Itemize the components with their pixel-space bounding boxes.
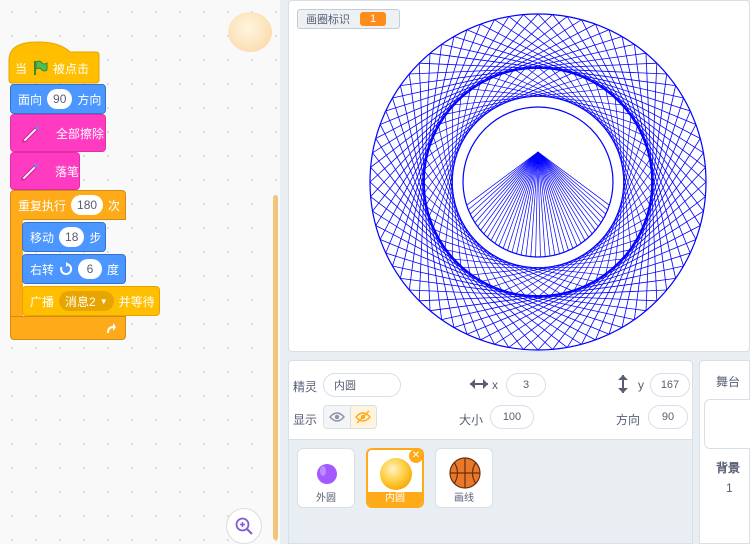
code-area[interactable]: 当 被点击 面向 90 方向 全部擦除 落笔 重复执行 180 次 移动 18 …	[0, 0, 282, 544]
sprite-list: 外圆 ✕ 内圆 画线	[288, 440, 693, 544]
repeat-block[interactable]: 重复执行 180 次	[10, 190, 126, 220]
clicked-label: 被点击	[53, 61, 90, 76]
pen-icon	[18, 159, 41, 183]
backdrops-count: 1	[726, 481, 733, 495]
code-area-scrollbar[interactable]	[273, 195, 278, 540]
stage-target-panel[interactable]: 舞台 背景 1	[699, 360, 750, 544]
sprite-tile-inner-circle[interactable]: ✕ 内圆	[366, 448, 424, 508]
pen-down-block[interactable]: 落笔	[10, 152, 80, 190]
move-label: 移动	[30, 230, 55, 245]
sprite-thumbnail	[228, 12, 272, 52]
backdrops-label: 背景	[716, 461, 741, 475]
x-value: 3	[522, 379, 530, 391]
and-wait-label: 并等待	[118, 294, 155, 309]
direction-field[interactable]: 90	[648, 405, 688, 429]
turn-right-label: 右转	[30, 262, 55, 277]
when-label: 当	[15, 61, 28, 76]
message-name: 消息2	[65, 294, 96, 309]
zoom-in-icon	[234, 516, 254, 536]
message-dropdown[interactable]: 消息2 ▼	[59, 291, 114, 311]
steps-label: 步	[89, 230, 102, 245]
stage-canvas[interactable]: 画圈标识 1	[288, 0, 750, 352]
repeat-label: 重复执行	[18, 198, 67, 213]
y-arrows-icon	[617, 374, 629, 394]
y-field[interactable]: 167	[650, 373, 690, 397]
loop-arrow-icon	[105, 322, 117, 334]
size-value: 100	[502, 411, 522, 423]
direction-label: 方向	[616, 413, 641, 427]
times-label: 次	[108, 198, 121, 213]
broadcast-label: 广播	[30, 294, 55, 309]
zoom-in-button[interactable]	[226, 508, 262, 544]
sprite-tile-name: 画线	[454, 493, 474, 504]
size-field[interactable]: 100	[490, 405, 534, 429]
stage-thumbnail[interactable]	[704, 399, 750, 449]
steps-input[interactable]: 18	[59, 227, 85, 247]
move-steps-block[interactable]: 移动 18 步	[22, 222, 106, 252]
sprite-tile-name: 内圆	[368, 492, 422, 506]
chevron-down-icon: ▼	[99, 296, 108, 306]
pen-icon	[18, 121, 42, 145]
repeat-count-input[interactable]: 180	[71, 195, 104, 215]
erase-all-label: 全部擦除	[56, 126, 105, 141]
turn-right-block[interactable]: 右转 6 度	[22, 254, 126, 284]
y-value: 167	[660, 379, 680, 391]
rotate-clockwise-icon	[59, 262, 73, 276]
x-label: x	[492, 378, 498, 392]
sprite-label: 精灵	[293, 380, 318, 394]
show-label: 显示	[293, 413, 318, 427]
green-flag-icon	[32, 60, 48, 76]
broadcast-and-wait-block[interactable]: 广播 消息2 ▼ 并等待	[22, 286, 160, 316]
erase-all-block[interactable]: 全部擦除	[10, 114, 106, 152]
point-in-direction-block[interactable]: 面向 90 方向	[10, 84, 106, 114]
point-label: 面向	[18, 92, 43, 107]
show-hidden-icon[interactable]	[349, 406, 376, 428]
degrees-input[interactable]: 6	[78, 259, 103, 279]
sprite-tile-outer-circle[interactable]: 外圆	[297, 448, 355, 508]
size-label: 大小	[459, 413, 484, 427]
divider	[280, 0, 286, 544]
pen-drawing	[369, 13, 707, 351]
when-flag-clicked-block[interactable]: 当 被点击	[8, 54, 89, 82]
show-visible-icon[interactable]	[324, 406, 350, 428]
stage-title: 舞台	[716, 375, 741, 389]
sprite-tile-name: 外圆	[316, 493, 336, 504]
pen-down-label: 落笔	[54, 164, 79, 179]
sprite-name-value: 内圆	[334, 380, 356, 392]
repeat-block-footer	[10, 316, 126, 340]
show-toggle[interactable]	[323, 405, 377, 429]
x-field[interactable]: 3	[506, 373, 546, 397]
degrees-label: 度	[107, 262, 120, 277]
direction-value: 90	[661, 411, 675, 423]
direction-label: 方向	[77, 92, 102, 107]
sprite-tile-draw-line[interactable]: 画线	[435, 448, 493, 508]
yellow-ball-icon	[380, 458, 412, 490]
sprite-info-panel: 精灵 内圆 x 3 y 167 显示 大小 100 方向 90	[288, 360, 693, 440]
direction-input[interactable]: 90	[47, 89, 73, 109]
y-label: y	[638, 378, 644, 392]
sprite-name-field[interactable]: 内圆	[323, 373, 401, 397]
x-arrows-icon	[469, 377, 489, 391]
